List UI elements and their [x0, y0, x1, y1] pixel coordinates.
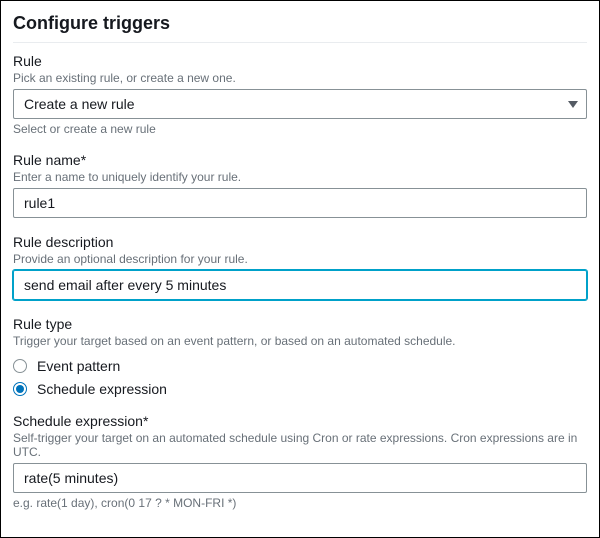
rule-name-help: Enter a name to uniquely identify your r… — [13, 170, 587, 184]
field-rule-name: Rule name* Enter a name to uniquely iden… — [13, 152, 587, 218]
radio-icon — [13, 359, 27, 373]
field-rule-type: Rule type Trigger your target based on a… — [13, 316, 587, 397]
rule-select[interactable]: Create a new rule — [13, 89, 587, 119]
chevron-down-icon — [568, 101, 578, 108]
rule-help: Pick an existing rule, or create a new o… — [13, 71, 587, 85]
rule-label: Rule — [13, 53, 587, 69]
radio-event-label: Event pattern — [37, 358, 120, 374]
rule-type-help: Trigger your target based on an event pa… — [13, 334, 587, 348]
schedule-expr-help: Self-trigger your target on an automated… — [13, 431, 587, 459]
radio-icon — [13, 382, 27, 396]
radio-option-event[interactable]: Event pattern — [13, 358, 587, 374]
rule-desc-input[interactable] — [13, 270, 587, 300]
rule-desc-help: Provide an optional description for your… — [13, 252, 587, 266]
rule-desc-label: Rule description — [13, 234, 587, 250]
radio-option-schedule[interactable]: Schedule expression — [13, 381, 587, 397]
schedule-expr-after: e.g. rate(1 day), cron(0 17 ? * MON-FRI … — [13, 496, 587, 510]
schedule-expr-label: Schedule expression* — [13, 413, 587, 429]
field-rule: Rule Pick an existing rule, or create a … — [13, 53, 587, 136]
rule-select-value: Create a new rule — [24, 96, 135, 112]
rule-type-label: Rule type — [13, 316, 587, 332]
radio-schedule-label: Schedule expression — [37, 381, 167, 397]
schedule-expr-input[interactable] — [13, 463, 587, 493]
divider — [13, 42, 587, 43]
rule-name-input[interactable] — [13, 188, 587, 218]
field-rule-desc: Rule description Provide an optional des… — [13, 234, 587, 300]
rule-name-label: Rule name* — [13, 152, 587, 168]
page-title: Configure triggers — [13, 13, 587, 34]
rule-after-text: Select or create a new rule — [13, 122, 587, 136]
field-schedule-expr: Schedule expression* Self-trigger your t… — [13, 413, 587, 510]
